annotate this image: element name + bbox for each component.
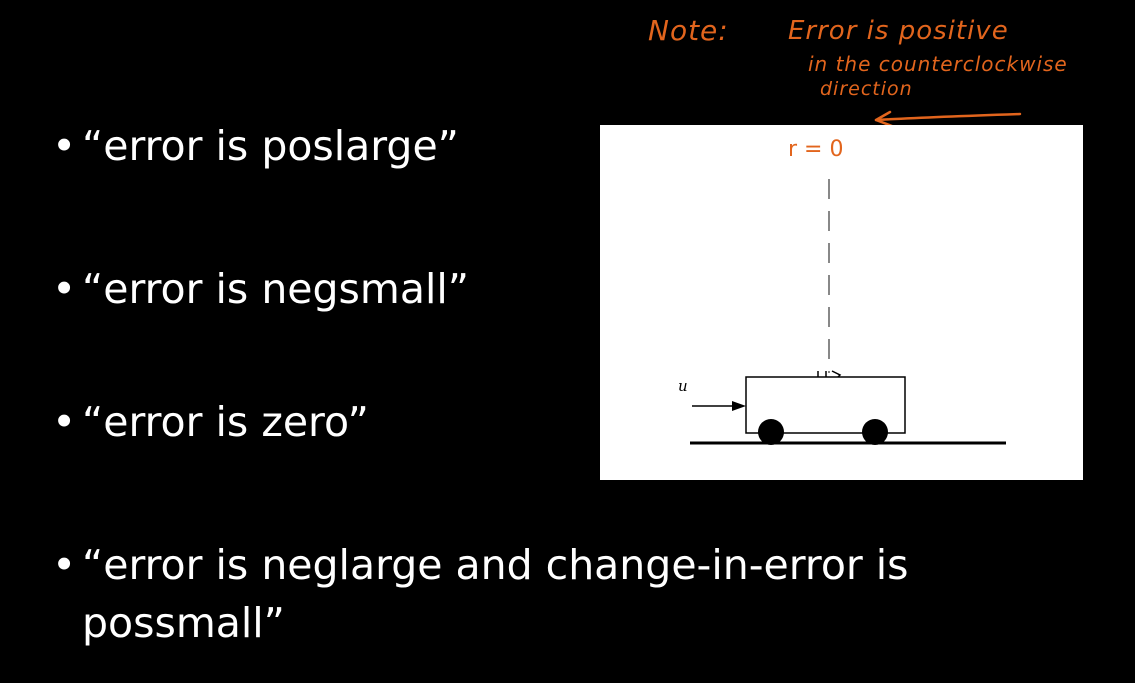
cart-wheel-left xyxy=(758,419,784,445)
bullet-marker: • xyxy=(52,398,77,446)
note-line1: Error is positive xyxy=(788,16,1009,46)
bullet-text-line1: “error is neglarge and change-in-error i… xyxy=(82,541,909,589)
note-line3: direction xyxy=(820,78,913,100)
cart-pendulum-figure: r = 0 u xyxy=(600,125,1083,480)
bullet-text-line2: possmall” xyxy=(82,599,285,647)
note-label: Note: xyxy=(648,14,729,47)
bullet-error-neglarge: • “error is neglarge and change-in-error … xyxy=(52,536,1112,652)
bullet-error-zero: • “error is zero” xyxy=(52,393,369,451)
bullet-text: “error is poslarge” xyxy=(82,122,459,170)
bullet-error-poslarge: • “error is poslarge” xyxy=(52,117,459,175)
slide: • “error is poslarge” • “error is negsmall… xyxy=(0,0,1135,683)
cart-wheel-right xyxy=(862,419,888,445)
bullet-marker: • xyxy=(52,122,77,170)
input-arrowhead xyxy=(732,401,746,411)
bullet-text: “error is negsmall” xyxy=(82,265,469,313)
input-u-label: u xyxy=(678,377,688,395)
bullet-marker: • xyxy=(52,541,77,589)
note-line2: in the counterclockwise xyxy=(808,52,1068,76)
bullet-text: “error is zero” xyxy=(82,398,369,446)
cart-diagram xyxy=(690,179,1006,445)
bullet-marker: • xyxy=(52,265,77,313)
bullet-error-negsmall: • “error is negsmall” xyxy=(52,260,469,318)
